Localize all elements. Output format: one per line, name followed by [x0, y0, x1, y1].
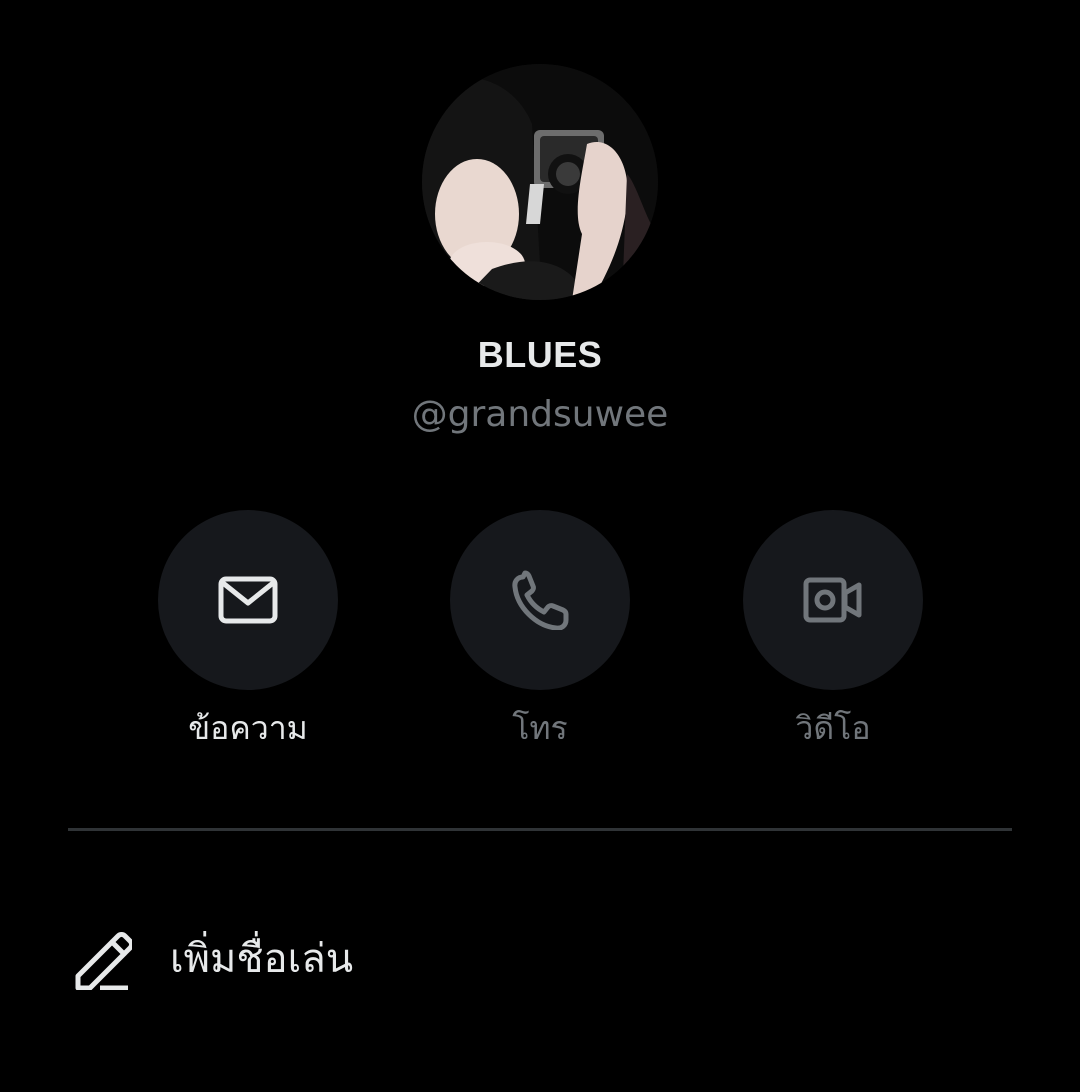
- video-circle[interactable]: [743, 510, 923, 690]
- call-circle[interactable]: [450, 510, 630, 690]
- call-button[interactable]: โทร: [450, 510, 630, 748]
- handle: @grandsuwee: [411, 394, 669, 435]
- message-label: ข้อความ: [188, 709, 308, 747]
- message-circle[interactable]: [158, 510, 338, 690]
- add-nickname-button[interactable]: เพิ่มชื่อเล่น: [68, 918, 1012, 998]
- video-label: วิดีโอ: [795, 709, 871, 747]
- phone-icon: [512, 570, 569, 630]
- video-button[interactable]: วิดีโอ: [743, 510, 923, 748]
- divider: [68, 828, 1012, 831]
- display-name: BLUES: [477, 334, 603, 375]
- avatar[interactable]: [422, 64, 658, 300]
- envelope-icon: [218, 576, 278, 624]
- pencil-icon: [75, 932, 132, 990]
- call-label: โทร: [512, 709, 568, 747]
- video-camera-icon: [803, 577, 862, 623]
- add-nickname-label: เพิ่มชื่อเล่น: [170, 936, 354, 982]
- message-button[interactable]: ข้อความ: [158, 510, 338, 748]
- profile-photo: [422, 64, 658, 300]
